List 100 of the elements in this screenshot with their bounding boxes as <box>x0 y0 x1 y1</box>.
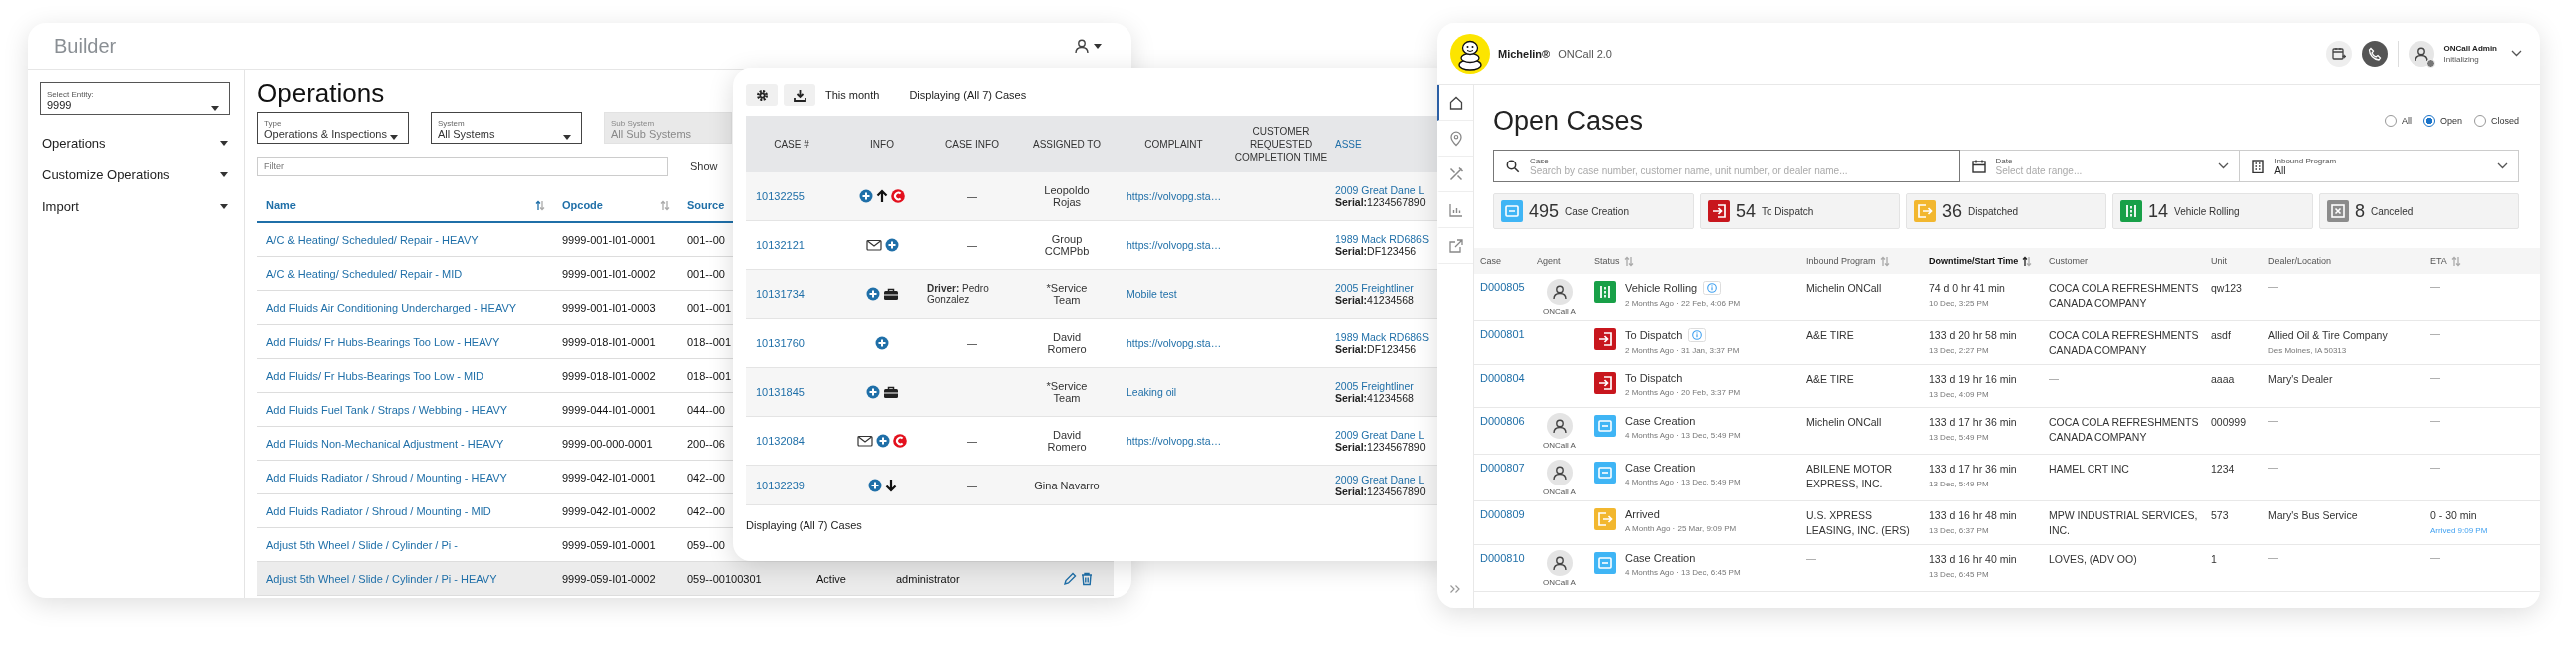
column-header[interactable]: Status <box>1594 256 1620 266</box>
status-time: A Month Ago · 25 Mar, 9:09 PM <box>1625 524 1737 533</box>
program-select[interactable]: Inbound Program All <box>2240 150 2519 182</box>
status-filter-card[interactable]: 495 Case Creation <box>1493 193 1694 229</box>
table-cell: U.S. XPRESS LEASING, INC. (ERS) <box>1806 509 1910 536</box>
case-link[interactable]: D000806 <box>1480 415 1525 427</box>
pencil-icon[interactable] <box>1063 571 1077 586</box>
table-cell: 001--00 <box>687 267 725 280</box>
complaint-link[interactable]: Mobile test <box>1127 288 1177 300</box>
start-time: 13 Dec, 6:37 PM <box>1929 526 1990 535</box>
date-field[interactable]: Date Select date range... <box>1959 150 2241 182</box>
trash-icon[interactable] <box>1080 571 1094 586</box>
complaint-link[interactable]: Leaking oil <box>1127 386 1177 398</box>
radio-option[interactable]: All <box>2384 115 2412 127</box>
operation-link[interactable]: Add Fluids Radiator / Shroud / Mounting - MID <box>266 504 491 517</box>
asset-link[interactable]: 1989 Mack RD686S <box>1335 233 1437 245</box>
sidebar-item[interactable]: Import <box>40 190 230 222</box>
date-input[interactable]: Select date range... <box>1995 164 2209 176</box>
asset-link[interactable]: 2009 Great Dane L <box>1335 184 1437 196</box>
case-link[interactable]: D000805 <box>1480 281 1525 293</box>
radio-option[interactable]: Closed <box>2474 115 2519 127</box>
column-header[interactable]: Downtime/Start Time <box>1929 256 2019 266</box>
column-header[interactable]: Inbound Program <box>1806 256 1876 266</box>
asset-link[interactable]: 2005 Freightliner <box>1335 282 1437 294</box>
operation-link[interactable]: A/C & Heating/ Scheduled/ Repair - HEAVY <box>266 233 479 246</box>
double-chevron-icon[interactable] <box>1449 584 1461 594</box>
operation-link[interactable]: Add Fluids/ Fr Hubs-Bearings Too Low - MID <box>266 369 484 382</box>
column-header[interactable]: ETA <box>2430 256 2447 266</box>
asset-link[interactable]: 1989 Mack RD686S <box>1335 331 1437 343</box>
filter-select[interactable]: System All Systems <box>431 112 582 144</box>
column-header[interactable]: Name <box>266 199 296 211</box>
start-time: 13 Dec, 5:49 PM <box>1929 433 1990 442</box>
case-link[interactable]: 10131734 <box>756 288 805 300</box>
calendar-button[interactable] <box>2325 40 2352 67</box>
period-label[interactable]: This month <box>825 89 880 101</box>
download-button[interactable] <box>784 84 815 106</box>
complaint-link[interactable]: https://volvopg.sta… <box>1127 435 1222 447</box>
status-time: 2 Months Ago · 31 Jan, 3:37 PM <box>1625 346 1740 355</box>
caret-icon <box>220 140 228 146</box>
user-avatar[interactable] <box>2408 40 2434 67</box>
sidebar-item[interactable]: Operations <box>40 127 230 159</box>
case-link[interactable]: 10132255 <box>756 190 805 202</box>
operation-link[interactable]: Add Fluids Air Conditioning Undercharged - HEAVY <box>266 301 517 314</box>
status-filter-card[interactable]: 36 Dispatched <box>1906 193 2106 229</box>
nav-button[interactable] <box>1437 85 1473 121</box>
table-cell: 1234 <box>2211 463 2235 475</box>
c-badge-icon <box>891 189 905 203</box>
column-header: Dealer/Location <box>2268 256 2332 266</box>
case-link[interactable]: 10132121 <box>756 239 805 251</box>
user-menu-button[interactable] <box>1074 38 1102 54</box>
search-input[interactable]: Search by case number, customer name, unit number, or dealer name... <box>1530 164 1949 176</box>
case-link[interactable]: 10132239 <box>756 479 805 491</box>
start-time: 13 Dec, 4:09 PM <box>1929 390 1990 399</box>
operation-link[interactable]: Add Fluids Non-Mechanical Adjustment - HEAVY <box>266 437 504 450</box>
table-cell: A&E TIRE <box>1806 329 1854 341</box>
asset-link[interactable]: 2005 Freightliner <box>1335 380 1437 392</box>
search-field[interactable]: Case Search by case number, customer name, unit number, or dealer name... <box>1493 150 1960 182</box>
column-header: CASE INFO <box>945 139 999 150</box>
status-filter-card[interactable]: 14 Vehicle Rolling <box>2112 193 2313 229</box>
complaint-link[interactable]: https://volvopg.sta… <box>1127 337 1222 349</box>
sidebar-item[interactable]: Customize Operations <box>40 159 230 190</box>
complaint-link[interactable]: https://volvopg.sta… <box>1127 239 1222 251</box>
case-link[interactable]: 10131760 <box>756 337 805 349</box>
column-header: CUSTOMER REQUESTED COMPLETION TIME <box>1234 126 1328 162</box>
entity-select[interactable]: Select Entity: 9999 <box>40 82 230 115</box>
operation-link[interactable]: Add Fluids Fuel Tank / Straps / Webbing - HEAVY <box>266 403 508 416</box>
tools-icon <box>1448 165 1464 182</box>
envelope-icon <box>857 434 873 448</box>
case-link[interactable]: D000810 <box>1480 552 1525 564</box>
case-link[interactable]: 10131845 <box>756 386 805 398</box>
asset-link[interactable]: 2009 Great Dane L <box>1335 429 1437 441</box>
operation-link[interactable]: Add Fluids Radiator / Shroud / Mounting - HEAVY <box>266 471 507 484</box>
table-row[interactable]: Adjust 5th Wheel / Slide / Cylinder / Pi - HEAVY 9999-059-I01-0002 059--00100301 Active administrator <box>257 562 1114 596</box>
case-link[interactable]: 10132084 <box>756 435 805 447</box>
assignee: Group CCMPbb <box>1043 233 1091 257</box>
radio-option[interactable]: Open <box>2422 115 2462 127</box>
operation-link[interactable]: Add Fluids/ Fr Hubs-Bearings Too Low - HEAVY <box>266 335 500 348</box>
complaint-link[interactable]: https://volvopg.sta… <box>1127 190 1222 202</box>
case-link[interactable]: D000804 <box>1480 372 1525 384</box>
operation-link[interactable]: A/C & Heating/ Scheduled/ Repair - MID <box>266 267 463 280</box>
table-cell: qw123 <box>2211 282 2242 294</box>
building-icon <box>2252 159 2265 173</box>
asset-link[interactable]: 2009 Great Dane L <box>1335 473 1437 485</box>
case-link[interactable]: D000807 <box>1480 462 1525 474</box>
operation-link[interactable]: Adjust 5th Wheel / Slide / Cylinder / Pi - <box>266 538 458 551</box>
column-header[interactable]: Source <box>687 199 725 211</box>
operation-link[interactable]: Adjust 5th Wheel / Slide / Cylinder / Pi - HEAVY <box>266 572 497 585</box>
column-header[interactable]: Opcode <box>562 199 603 211</box>
phone-button[interactable] <box>2361 40 2388 67</box>
case-link[interactable]: D000809 <box>1480 508 1525 520</box>
table-cell: ABILENE MOTOR EXPRESS, INC. <box>1806 463 1893 489</box>
status-filter-card[interactable]: 8 Canceled <box>2319 193 2519 229</box>
filter-field[interactable]: Filter <box>257 157 668 176</box>
case-link[interactable]: D000801 <box>1480 328 1525 340</box>
table-cell: 018--001 <box>687 335 732 348</box>
settings-button[interactable] <box>746 84 778 106</box>
status-filter-card[interactable]: 54 To Dispatch <box>1700 193 1900 229</box>
filter-select[interactable]: Type Operations & Inspections <box>257 112 409 144</box>
status-time: 2 Months Ago · 22 Feb, 4:06 PM <box>1625 299 1741 308</box>
table-cell: 000999 <box>2211 416 2247 428</box>
